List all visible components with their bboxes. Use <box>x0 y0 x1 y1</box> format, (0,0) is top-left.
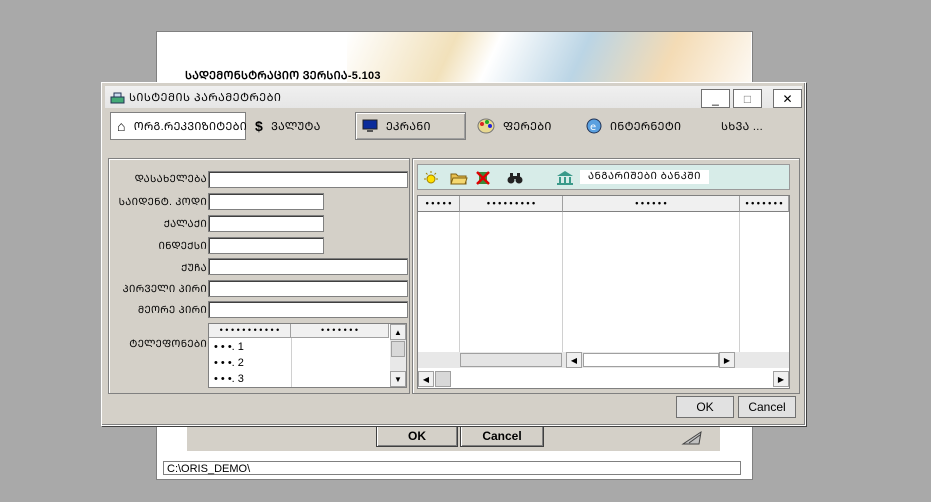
tab-other[interactable]: ᲡᲮᲕᲐ ... <box>715 112 785 140</box>
second-person-label: ᲛᲔᲝᲠᲔ ᲞᲘᲠᲘ <box>137 305 207 316</box>
phones-scrollbar[interactable]: ▲ ▼ <box>390 324 406 387</box>
tab-internet[interactable]: e ᲘᲜᲢᲔᲠᲜᲔᲢᲘ <box>580 112 690 140</box>
street-field[interactable] <box>208 258 408 275</box>
resize-grip-icon <box>681 430 702 445</box>
house-icon: ⌂ <box>117 118 126 134</box>
scroll-right-icon[interactable]: ▶ <box>773 371 789 387</box>
phones-column-header[interactable]: • • • • • • • • • • • <box>209 324 291 338</box>
grid-column-header[interactable]: • • • • • • <box>563 196 740 212</box>
scroll-thumb[interactable] <box>391 341 405 357</box>
bank-icon <box>556 170 574 186</box>
system-parameters-dialog: ᲡᲘᲡᲢᲔᲛᲘᲡ ᲞᲐᲠᲐᲛᲔᲢᲠᲔᲑᲘ _ □ ✕ ⌂ ᲝᲠᲒ.ᲠᲔᲙᲕᲘᲖᲘ… <box>101 82 806 426</box>
internet-icon: e <box>586 118 602 134</box>
new-record-icon[interactable] <box>422 170 440 186</box>
tab-screen[interactable]: ᲔᲙᲠᲐᲜᲘ <box>355 112 466 140</box>
scroll-right-icon[interactable]: ▶ <box>719 352 735 368</box>
title-bar: ᲡᲘᲡᲢᲔᲛᲘᲡ ᲞᲐᲠᲐᲛᲔᲢᲠᲔᲑᲘ _ □ ✕ <box>105 86 802 108</box>
scroll-thumb[interactable] <box>435 371 451 387</box>
currency-icon: $ <box>255 118 264 134</box>
palette-icon <box>477 118 495 134</box>
phones-column-header[interactable]: • • • • • • • <box>291 324 389 338</box>
bank-accounts-label: ᲐᲜᲒᲐᲠᲘᲨᲔᲑᲘ ᲑᲐᲜᲙᲨᲘ <box>580 170 709 184</box>
name-label: ᲓᲐᲡᲐᲮᲔᲚᲔᲑᲐ <box>134 174 207 185</box>
index-field[interactable] <box>208 237 324 254</box>
tab-colors[interactable]: ᲤᲔᲠᲔᲑᲘ <box>471 112 571 140</box>
splash-ok-button[interactable]: OK <box>376 425 458 447</box>
inner-horizontal-scrollbar[interactable]: ◀ ▶ <box>418 352 789 368</box>
second-person-field[interactable] <box>208 301 408 318</box>
scroll-thumb[interactable] <box>583 353 719 367</box>
tax-code-label: ᲡᲐᲘᲓᲔᲜᲢ. ᲙᲝᲓᲘ <box>118 197 207 208</box>
requisites-panel: ᲓᲐᲡᲐᲮᲔᲚᲔᲑᲐ ᲡᲐᲘᲓᲔᲜᲢ. ᲙᲝᲓᲘ ᲥᲐᲚᲐᲥᲘ ᲘᲜᲓᲔᲥᲡᲘ … <box>108 158 410 394</box>
column-divider <box>562 212 563 352</box>
open-folder-icon[interactable] <box>450 170 468 186</box>
cancel-button[interactable]: Cancel <box>738 396 796 418</box>
scroll-track-segment <box>460 353 562 367</box>
tab-currency[interactable]: $ ᲕᲐᲚᲣᲢᲐ <box>249 112 349 140</box>
table-row[interactable]: • • •. 1 <box>214 341 244 353</box>
splash-version: ᲡᲐᲓᲔᲛᲝᲜᲡᲢᲠᲐᲪᲘᲝ ᲕᲔᲠᲡᲘᲐ-5.103 <box>185 70 381 82</box>
phones-label: ᲢᲔᲚᲔᲤᲝᲜᲔᲑᲘ <box>129 339 207 350</box>
tab-bar: ⌂ ᲝᲠᲒ.ᲠᲔᲙᲕᲘᲖᲘᲢᲔᲑᲘ $ ᲕᲐᲚᲣᲢᲐ ᲔᲙᲠᲐᲜᲘ ᲤᲔᲠᲔᲑᲘ… <box>105 110 802 142</box>
column-divider <box>739 212 740 352</box>
svg-text:e: e <box>590 122 596 133</box>
column-divider <box>291 338 292 387</box>
tab-org-requisites[interactable]: ⌂ ᲝᲠᲒ.ᲠᲔᲙᲕᲘᲖᲘᲢᲔᲑᲘ <box>110 112 247 140</box>
outer-horizontal-scrollbar[interactable]: ◀ ▶ <box>418 370 789 388</box>
minimize-button[interactable]: _ <box>701 89 730 108</box>
tax-code-field[interactable] <box>208 193 324 210</box>
scroll-left-icon[interactable]: ◀ <box>418 371 434 387</box>
bank-accounts-grid[interactable]: • • • • • • • • • • • • • • • • • • • • … <box>417 195 790 389</box>
ok-button[interactable]: OK <box>676 396 734 418</box>
bank-accounts-panel: ᲐᲜᲒᲐᲠᲘᲨᲔᲑᲘ ᲑᲐᲜᲙᲨᲘ • • • • • • • • • • • … <box>412 158 800 394</box>
table-row[interactable]: • • •. 2 <box>214 357 244 369</box>
maximize-button[interactable]: □ <box>733 89 762 108</box>
table-row[interactable]: • • •. 3 <box>214 373 244 385</box>
index-label: ᲘᲜᲓᲔᲥᲡᲘ <box>158 241 207 252</box>
dialog-title: ᲡᲘᲡᲢᲔᲛᲘᲡ ᲞᲐᲠᲐᲛᲔᲢᲠᲔᲑᲘ <box>129 92 282 104</box>
grid-column-header[interactable]: • • • • • • • • • <box>460 196 563 212</box>
city-field[interactable] <box>208 215 324 232</box>
city-label: ᲥᲐᲚᲐᲥᲘ <box>163 219 207 230</box>
grid-column-header[interactable]: • • • • • • • <box>740 196 789 212</box>
column-divider <box>459 212 460 352</box>
name-field[interactable] <box>208 171 408 188</box>
splash-cancel-button[interactable]: Cancel <box>460 425 544 447</box>
first-person-label: ᲞᲘᲠᲕᲔᲚᲘ ᲞᲘᲠᲘ <box>122 284 207 295</box>
app-icon <box>110 92 125 104</box>
close-button[interactable]: ✕ <box>773 89 802 108</box>
delete-icon[interactable] <box>474 170 492 186</box>
monitor-icon <box>362 119 378 132</box>
scroll-left-icon[interactable]: ◀ <box>566 352 582 368</box>
first-person-field[interactable] <box>208 280 408 297</box>
bank-toolbar: ᲐᲜᲒᲐᲠᲘᲨᲔᲑᲘ ᲑᲐᲜᲙᲨᲘ <box>417 164 790 190</box>
scroll-up-icon[interactable]: ▲ <box>390 324 406 340</box>
phones-table[interactable]: • • • • • • • • • • • • • • • • • • • • … <box>208 323 407 388</box>
grid-column-header[interactable]: • • • • • <box>418 196 460 212</box>
scroll-down-icon[interactable]: ▼ <box>390 371 406 387</box>
street-label: ᲥᲣᲩᲐ <box>181 263 207 274</box>
splash-path-field: C:\ORIS_DEMO\ <box>163 461 741 475</box>
binoculars-icon[interactable] <box>506 170 524 186</box>
